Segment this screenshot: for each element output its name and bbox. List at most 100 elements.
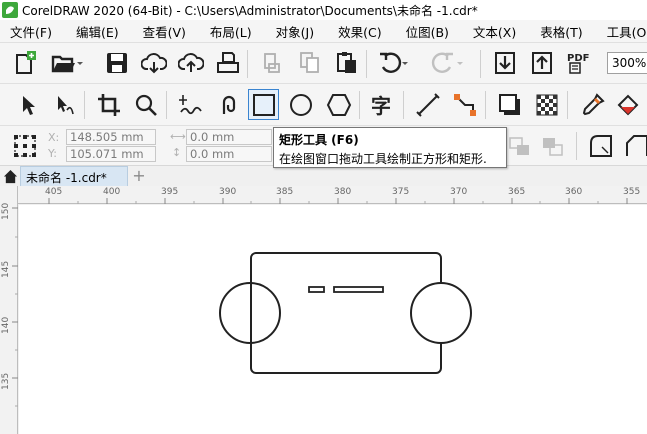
copy-icon[interactable] bbox=[295, 48, 325, 78]
toolbar-separator bbox=[359, 91, 360, 119]
to-back-icon[interactable] bbox=[538, 131, 568, 161]
round-corner-icon[interactable] bbox=[586, 131, 616, 161]
ruler-label: 405 bbox=[45, 187, 63, 197]
menu-object[interactable]: 对象(J) bbox=[276, 22, 314, 41]
save-icon[interactable] bbox=[102, 48, 132, 78]
menu-table[interactable]: 表格(T) bbox=[540, 22, 582, 41]
ruler-label: 400 bbox=[103, 187, 121, 197]
x-position-field[interactable]: 148.505 mm bbox=[66, 129, 156, 145]
x-label: X: bbox=[48, 131, 60, 144]
zoom-level-input[interactable]: 300% bbox=[607, 52, 647, 74]
undo-dropdown-icon[interactable] bbox=[398, 48, 412, 78]
height-field[interactable]: 0.0 mm bbox=[186, 146, 272, 162]
ruler-label: 360 bbox=[565, 187, 583, 197]
menu-edit[interactable]: 编辑(E) bbox=[76, 22, 119, 41]
menu-bitmaps[interactable]: 位图(B) bbox=[406, 22, 449, 41]
menu-bar: 文件(F) 编辑(E) 查看(V) 布局(L) 对象(J) 效果(C) 位图(B… bbox=[0, 20, 647, 42]
ruler-label: 365 bbox=[508, 187, 526, 197]
toolbox: 字 bbox=[0, 83, 647, 125]
text-tool-icon[interactable]: 字 bbox=[368, 90, 398, 120]
ruler-label: 380 bbox=[334, 187, 352, 197]
menu-layout[interactable]: 布局(L) bbox=[210, 22, 252, 41]
object-origin-icon[interactable] bbox=[10, 131, 40, 161]
y-position-field[interactable]: 105.071 mm bbox=[66, 146, 156, 162]
ruler-label: 395 bbox=[161, 187, 179, 197]
crop-tool-icon[interactable] bbox=[94, 90, 124, 120]
ruler-label: 385 bbox=[276, 187, 294, 197]
freehand-tool-icon[interactable] bbox=[175, 90, 205, 120]
artistic-media-icon[interactable] bbox=[212, 90, 242, 120]
width-icon: ⟷ bbox=[170, 130, 186, 143]
drop-shadow-icon[interactable] bbox=[495, 90, 525, 120]
ruler-label: 390 bbox=[219, 187, 237, 197]
toolbar-separator bbox=[485, 91, 486, 119]
tooltip-description: 在绘图窗口拖动工具绘制正方形和矩形. bbox=[279, 152, 487, 166]
parallel-dimension-icon[interactable] bbox=[413, 90, 443, 120]
zoom-tool-icon[interactable] bbox=[131, 90, 161, 120]
menu-tools[interactable]: 工具(O) bbox=[607, 22, 647, 41]
to-front-icon[interactable] bbox=[505, 131, 535, 161]
connector-icon[interactable] bbox=[450, 90, 480, 120]
polygon-tool-icon[interactable] bbox=[324, 90, 354, 120]
redo-dropdown-icon[interactable] bbox=[453, 48, 467, 78]
toolbar-separator bbox=[567, 91, 568, 119]
ruler-label: 355 bbox=[623, 187, 641, 197]
width-field[interactable]: 0.0 mm bbox=[186, 129, 272, 145]
ruler-label: 135 bbox=[1, 372, 11, 390]
drawing-shapes bbox=[219, 252, 472, 374]
chamfer-corner-icon[interactable] bbox=[622, 131, 647, 161]
publish-pdf-icon[interactable]: PDF bbox=[564, 48, 594, 78]
svg-text:字: 字 bbox=[371, 94, 391, 118]
cloud-upload-icon[interactable] bbox=[176, 48, 206, 78]
new-document-icon[interactable] bbox=[10, 48, 40, 78]
ruler-label: 140 bbox=[1, 316, 11, 334]
menu-effects[interactable]: 效果(C) bbox=[338, 22, 381, 41]
open-dropdown-icon[interactable] bbox=[72, 48, 88, 78]
import-icon[interactable] bbox=[490, 48, 520, 78]
horizontal-ruler[interactable]: 405 400 395 390 385 380 375 370 365 360 … bbox=[18, 186, 647, 204]
toolbar-separator bbox=[247, 50, 248, 78]
shape-tool-icon[interactable] bbox=[49, 90, 79, 120]
ellipse-tool-icon[interactable] bbox=[286, 90, 316, 120]
ruler-label: 150 bbox=[1, 202, 11, 220]
ruler-label: 370 bbox=[450, 187, 468, 197]
vertical-ruler[interactable]: 150 145 140 135 bbox=[0, 186, 18, 434]
home-icon[interactable] bbox=[0, 166, 20, 186]
cut-icon[interactable] bbox=[258, 48, 288, 78]
ruler-label: 375 bbox=[392, 187, 410, 197]
transparency-icon[interactable] bbox=[532, 90, 562, 120]
rectangle-tool-icon[interactable] bbox=[248, 89, 279, 120]
toolbar-separator bbox=[84, 91, 85, 119]
right-circle-shape bbox=[410, 282, 472, 344]
menu-file[interactable]: 文件(F) bbox=[10, 22, 52, 41]
window-title: CorelDRAW 2020 (64-Bit) - C:\Users\Admin… bbox=[22, 3, 478, 18]
toolbar-separator bbox=[366, 50, 367, 78]
drawing-canvas[interactable] bbox=[19, 205, 647, 434]
paste-icon[interactable] bbox=[332, 48, 362, 78]
document-tab-bar: 未命名 -1.cdr* + bbox=[0, 165, 647, 186]
toolbar-separator bbox=[403, 91, 404, 119]
small-slot-shape bbox=[308, 286, 325, 293]
toolbar-separator bbox=[480, 50, 481, 78]
pick-tool-icon[interactable] bbox=[12, 90, 42, 120]
toolbar-separator bbox=[576, 132, 577, 160]
long-slot-shape bbox=[333, 286, 384, 293]
vertical-ruler-ticks bbox=[12, 207, 18, 407]
y-label: Y: bbox=[48, 147, 57, 160]
menu-view[interactable]: 查看(V) bbox=[143, 22, 186, 41]
add-tab-button[interactable]: + bbox=[130, 166, 148, 186]
document-tab[interactable]: 未命名 -1.cdr* bbox=[20, 166, 128, 186]
cloud-download-icon[interactable] bbox=[139, 48, 169, 78]
standard-toolbar: PDF 300% bbox=[0, 42, 647, 83]
title-bar: CorelDRAW 2020 (64-Bit) - C:\Users\Admin… bbox=[0, 0, 647, 20]
coreldraw-logo-icon bbox=[2, 2, 18, 18]
interactive-fill-icon[interactable] bbox=[614, 90, 644, 120]
menu-text[interactable]: 文本(X) bbox=[473, 22, 516, 41]
export-icon[interactable] bbox=[527, 48, 557, 78]
rectangle-tool-tooltip: 矩形工具 (F6) 在绘图窗口拖动工具绘制正方形和矩形. bbox=[273, 127, 507, 168]
ruler-label: 145 bbox=[1, 260, 11, 278]
toolbar-separator bbox=[166, 91, 167, 119]
tooltip-title: 矩形工具 (F6) bbox=[279, 133, 359, 147]
print-icon[interactable] bbox=[213, 48, 243, 78]
eyedropper-icon[interactable] bbox=[578, 90, 608, 120]
